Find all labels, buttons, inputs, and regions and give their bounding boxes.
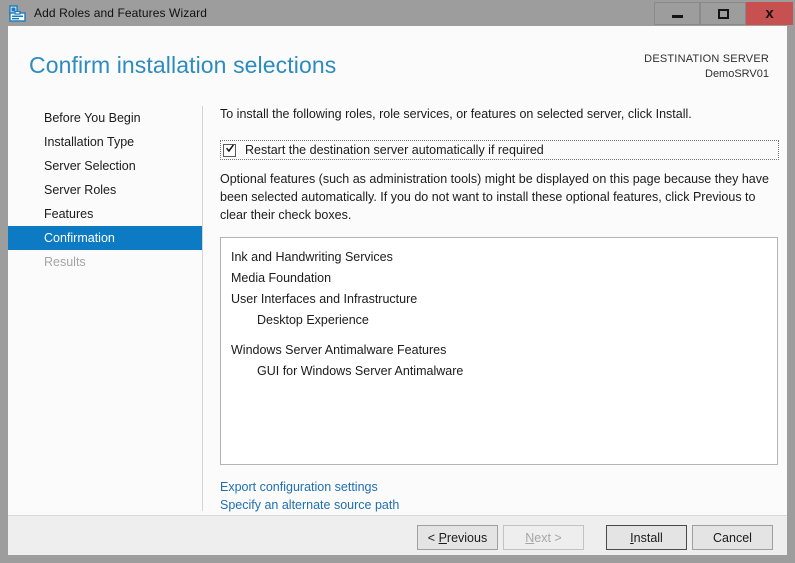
previous-button-label: < Previous bbox=[427, 530, 488, 545]
destination-server-label: DESTINATION SERVER bbox=[644, 53, 769, 65]
destination-server-value: DemoSRV01 bbox=[705, 68, 769, 80]
wizard-nav-sidebar: Before You Begin Installation Type Server … bbox=[8, 106, 202, 274]
feature-list-item: Windows Server Antimalware Features bbox=[231, 342, 447, 357]
sidebar-item-label: Confirmation bbox=[44, 231, 115, 245]
sidebar-item-server-selection[interactable]: Server Selection bbox=[8, 154, 202, 178]
close-button[interactable]: x bbox=[746, 2, 793, 25]
sidebar-item-label: Results bbox=[44, 255, 86, 269]
optional-features-note: Optional features (such as administratio… bbox=[220, 172, 769, 222]
sidebar-item-label: Server Selection bbox=[44, 159, 136, 173]
previous-button[interactable]: < Previous bbox=[417, 525, 498, 550]
wizard-footer: < Previous Next > Install Cancel bbox=[8, 516, 787, 555]
feature-list-item: Media Foundation bbox=[231, 270, 332, 285]
sidebar-item-server-roles[interactable]: Server Roles bbox=[8, 178, 202, 202]
link-specify-an-alternate-source-path[interactable]: Specify an alternate source path bbox=[220, 496, 399, 514]
footer-buttons: < Previous Next > Install Cancel bbox=[412, 525, 773, 550]
intro-text: To install the following roles, role ser… bbox=[220, 107, 692, 121]
page-title: Confirm installation selections bbox=[29, 52, 337, 78]
wizard-server-icon bbox=[9, 4, 26, 22]
link-export-configuration-settings[interactable]: Export configuration settings bbox=[220, 478, 378, 496]
feature-list-item: User Interfaces and Infrastructure bbox=[231, 291, 418, 306]
restart-checkbox[interactable] bbox=[223, 143, 236, 157]
window-title: Add Roles and Features Wizard bbox=[34, 6, 207, 20]
sidebar-item-label: Before You Begin bbox=[44, 111, 141, 125]
wizard-window: Add Roles and Features Wizard x Confirm … bbox=[0, 0, 795, 563]
sidebar-item-results: Results bbox=[8, 250, 202, 274]
restart-checkbox-label: Restart the destination server automatic… bbox=[245, 143, 544, 157]
minimize-button[interactable] bbox=[654, 2, 700, 25]
title-bar: Add Roles and Features Wizard x bbox=[0, 0, 795, 26]
sidebar-item-label: Installation Type bbox=[44, 135, 135, 149]
sidebar-item-label: Features bbox=[44, 207, 94, 221]
minimize-icon bbox=[671, 15, 683, 18]
sidebar-item-installation-type[interactable]: Installation Type bbox=[8, 130, 202, 154]
sidebar-divider bbox=[202, 106, 203, 511]
install-button-label: Install bbox=[630, 530, 663, 545]
cancel-button-label: Cancel bbox=[713, 530, 752, 545]
wizard-client-area: Confirm installation selections DESTINAT… bbox=[8, 26, 787, 555]
sidebar-item-label: Server Roles bbox=[44, 183, 117, 197]
destination-server: DESTINATION SERVER DemoSRV01 bbox=[644, 52, 769, 82]
checkmark-icon bbox=[226, 143, 234, 152]
main-content: To install the following roles, role ser… bbox=[220, 106, 780, 514]
restart-checkbox-row[interactable]: Restart the destination server automatic… bbox=[220, 140, 779, 160]
feature-list-item: Desktop Experience bbox=[257, 312, 369, 327]
maximize-icon bbox=[717, 8, 729, 19]
install-button[interactable]: Install bbox=[606, 525, 687, 550]
sidebar-item-features[interactable]: Features bbox=[8, 202, 202, 226]
cancel-button[interactable]: Cancel bbox=[692, 525, 773, 550]
next-button: Next > bbox=[503, 525, 584, 550]
sidebar-item-confirmation[interactable]: Confirmation bbox=[8, 226, 202, 250]
feature-list-item: GUI for Windows Server Antimalware bbox=[257, 363, 464, 378]
window-controls: x bbox=[654, 2, 793, 25]
feature-list-item: Ink and Handwriting Services bbox=[231, 249, 393, 264]
maximize-button[interactable] bbox=[700, 2, 746, 25]
close-icon: x bbox=[765, 5, 774, 22]
next-button-label: Next > bbox=[525, 530, 562, 545]
page-header: Confirm installation selections DESTINAT… bbox=[8, 26, 787, 99]
wizard-links: Export configuration settings Specify an … bbox=[220, 478, 780, 514]
selected-features-list[interactable]: Ink and Handwriting Services Media Founda… bbox=[220, 236, 778, 465]
sidebar-item-before-you-begin[interactable]: Before You Begin bbox=[8, 106, 202, 130]
